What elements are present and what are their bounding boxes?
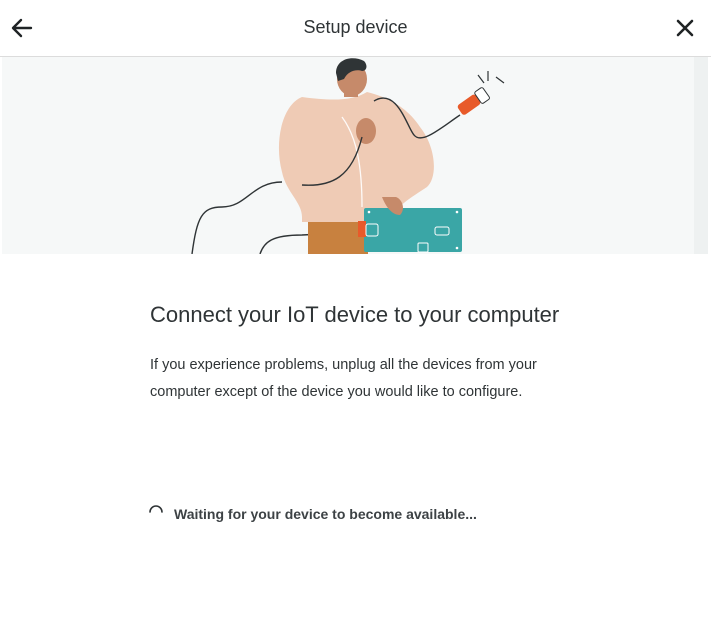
spinner-icon <box>149 505 163 513</box>
main-heading: Connect your IoT device to your computer <box>150 302 560 327</box>
close-icon <box>676 19 694 37</box>
spark-lines <box>477 71 505 84</box>
waiting-text: Waiting for your device to become availa… <box>174 506 477 522</box>
hero-illustration <box>2 57 694 254</box>
hero-scroll-edge <box>694 57 708 254</box>
page-title: Setup device <box>303 17 408 37</box>
main-description: If you experience problems, unplug all t… <box>150 357 537 400</box>
sweater-shape <box>278 92 434 222</box>
waiting-status: Waiting for your device to become availa… <box>148 505 477 522</box>
board-screw <box>455 210 459 214</box>
illustration-svg <box>191 58 505 254</box>
circuit-board <box>364 208 462 252</box>
header-bar: Setup device <box>0 0 711 57</box>
plug-icon <box>457 87 490 115</box>
cable-left-line <box>191 181 283 254</box>
close-button[interactable] <box>671 14 699 42</box>
board-screw <box>367 210 371 214</box>
hand-shape <box>356 118 376 144</box>
board-screw <box>455 246 459 250</box>
main-content: Connect your IoT device to your computer… <box>150 296 580 405</box>
board-connector <box>358 221 366 237</box>
